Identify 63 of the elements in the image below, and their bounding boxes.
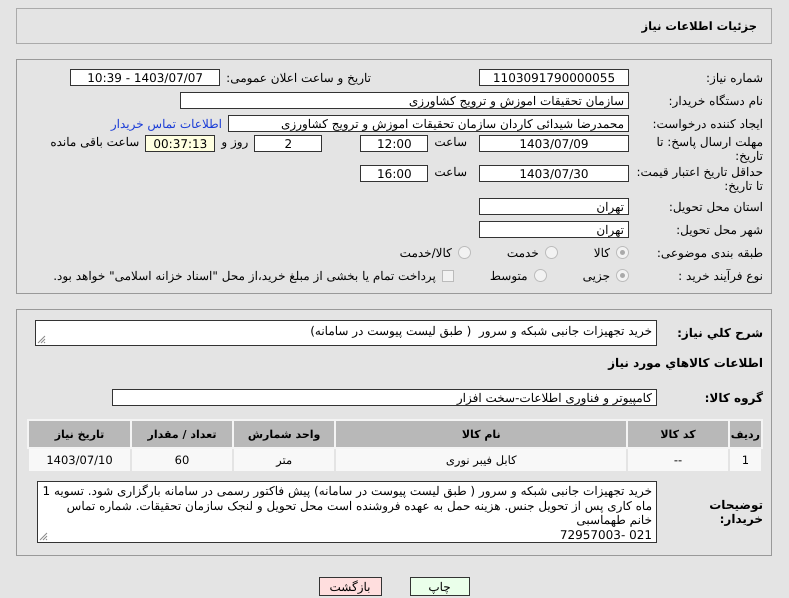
table-cell: 1403/07/10 [28,448,132,472]
field-label: نوع فرآیند خرید : [677,268,763,282]
field-label: شماره نیاز: [705,70,763,84]
radio-button[interactable] [616,269,629,282]
column-header: نام کالا [335,420,628,448]
field-label: ساعت [434,135,467,149]
option-label: کالا/خدمت [400,246,452,260]
field-label: روز و [221,135,248,149]
option-label: متوسط [490,268,528,282]
column-header: کد کالا [627,420,729,448]
deadline-time-field: 12:00 [360,135,428,152]
field-label: شهر محل تحویل: [675,222,763,236]
need-number-field: 1103091790000055 [479,69,629,86]
field-label: حداقل تاریخ اعتبار قیمت: تا تاریخ: [635,165,763,193]
field-label: ایجاد کننده درخواست: [651,116,763,130]
buyer-contact-link[interactable]: اطلاعات تماس خریدار [110,116,222,130]
page-header: جزئیات اطلاعات نیاز [16,8,772,44]
radio-button[interactable] [534,269,547,282]
radio-button[interactable] [458,246,471,259]
field-label: طبقه بندی موضوعی: [656,246,763,260]
announce-date-field: 1403/07/07 - 10:39 [70,69,220,86]
field-label: مهلت ارسال پاسخ: تا تاریخ: [655,135,763,163]
back-button[interactable]: بازگشت [318,577,382,596]
field-label: شرح کلي نياز: [676,326,763,340]
resize-grip-icon[interactable] [37,335,46,344]
checkbox[interactable] [442,270,454,282]
resize-grip-icon[interactable] [39,532,48,541]
buyer-notes-field: خرید تجهیزات جانبی شبکه و سرور ( طبق لیست پیوست در سامانه) پیش فاکتور رسمی در سامانه بارگزاری شود. تسویه 1 ماه کاری پس از تحویل جنس. هزینه حمل به عهده فروشنده است محل تحویل و لنجک سازمان تحقیقات. شماره تماس خانم طهماسبی 021 -72957003 [37,481,657,543]
field-label: تاریخ و ساعت اعلان عمومی: [226,70,371,84]
city-field: تهران [479,221,629,238]
option-label: خدمت [506,246,539,260]
goods-group-field: کامپیوتر و فناوری اطلاعات-سخت افزار [112,389,657,406]
field-label: ساعت باقی مانده [50,135,140,149]
print-button[interactable]: چاپ [410,577,470,596]
field-label: توضیحات خریدار: [708,498,763,526]
column-header: تاریخ نیاز [28,420,132,448]
table-cell: متر [232,448,336,472]
buyer-org-field: سازمان تحقیقات اموزش و ترویج کشاورزی [180,92,629,109]
validity-date-field: 1403/07/30 [479,165,629,182]
table-cell: 60 [131,448,233,472]
column-header: ردیف [728,420,762,448]
description-field: خرید تجهیزات جانبی شبکه و سرور ( طبق لیست پیوست در سامانه) [35,320,657,346]
validity-time-field: 16:00 [360,165,428,182]
option-label: کالا [594,246,610,260]
table-cell: -- [627,448,729,472]
field-label: استان محل تحویل: [668,200,763,214]
table-cell: کابل فیبر نوری [335,448,628,472]
option-label: پرداخت تمام یا بخشی از مبلغ خرید،از محل "اسناد خزانه اسلامی" خواهد بود. [53,268,436,282]
field-label: گروه کالا: [704,390,763,404]
field-label: ساعت [434,165,467,179]
column-header: تعداد / مقدار [131,420,233,448]
radio-button[interactable] [616,246,629,259]
section-heading: اطلاعات کالاهاي مورد نياز [606,356,763,370]
remaining-time-field: 00:37:13 [145,135,216,152]
field-label: نام دستگاه خریدار: [668,94,763,108]
table-cell: 1 [728,448,762,472]
radio-button[interactable] [544,246,558,259]
province-field: تهران [479,198,629,215]
column-header: واحد شمارش [232,420,336,448]
requester-field: محمدرضا شیدائی کاردان سازمان تحقیقات اموزش و ترویج کشاورزی [228,115,629,132]
option-label: جزیی [582,268,610,282]
deadline-date-field: 1403/07/09 [479,135,629,152]
days-field: 2 [254,135,322,152]
